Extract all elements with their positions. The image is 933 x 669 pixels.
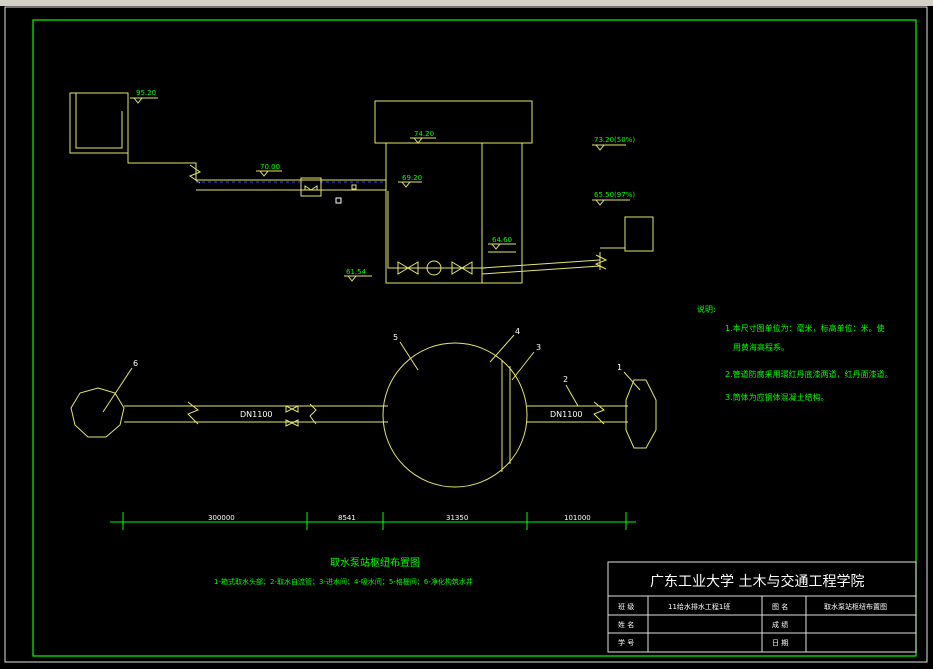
right-tank [624, 216, 654, 252]
callout-2: 2 [563, 375, 568, 384]
drawing-caption-legend: 1-箱式取水头部；2-取水自流管；3-进水间；4-吸水间；5-格栅间；6-净化构… [214, 577, 473, 586]
left-tank-inner [75, 93, 123, 149]
note-line-1b: 用黄海高程系。 [733, 342, 789, 352]
elev-70: 70.00 [260, 163, 280, 171]
dimension-chain [110, 512, 636, 530]
left-tank [69, 92, 129, 154]
dim-3: 31350 [446, 514, 468, 522]
elev-61: 61.54 [346, 268, 367, 276]
callout-4: 4 [515, 327, 520, 336]
note-line-3: 3.筒体为应钢体混凝土结构。 [725, 392, 829, 402]
elev-65: 65.50(97%) [594, 191, 635, 199]
tb-label-date: 日 期 [772, 639, 788, 647]
note-line-1: 1.本尺寸图单位为：毫米，标高单位：米。使 [725, 323, 885, 333]
elev-64: 64.60 [492, 236, 512, 244]
pipe-break-right [593, 401, 605, 425]
outer-sheet-border [4, 6, 928, 663]
pipe-label-right: DN1100 [550, 410, 583, 419]
wet-well-circle [382, 342, 528, 488]
intake-head [625, 379, 657, 449]
elev-69: 69.20 [402, 174, 422, 182]
purification-well [70, 387, 125, 438]
callout-6: 6 [133, 359, 138, 368]
callout-1: 1 [617, 363, 622, 372]
dim-4: 101000 [564, 514, 591, 522]
elev-73: 73.20(50%) [594, 136, 635, 144]
tb-label-drawing-name: 图 名 [772, 602, 788, 611]
tb-label-id: 学 号 [618, 638, 634, 647]
tb-label-grade: 成 绩 [772, 620, 788, 629]
elev-95: 95.20 [136, 89, 156, 97]
pipe-break-left [187, 401, 199, 425]
drawing-frame [32, 19, 917, 657]
school-name: 广东工业大学 土木与交通工程学院 [650, 573, 864, 590]
dim-2: 8541 [338, 514, 356, 522]
cursor-pickbox [335, 197, 342, 204]
drawing-caption-title: 取水泵站枢纽布置图 [330, 556, 420, 569]
callout-5: 5 [393, 333, 398, 342]
elev-74: 74.20 [414, 130, 434, 138]
tb-label-name: 姓 名 [618, 620, 634, 629]
left-tank-outlet-pipe [127, 118, 197, 180]
pump-house-roof [374, 100, 533, 144]
note-line-2: 2.管道防腐采用環红丹底漆两道，红丹面漆道。 [725, 369, 893, 379]
tb-value-drawing-name: 取水泵站枢纽布置图 [824, 602, 887, 611]
pipe-label-left: DN1100 [240, 410, 273, 419]
dim-1: 300000 [208, 514, 235, 522]
callout-3: 3 [536, 343, 541, 352]
tb-label-class: 班 级 [618, 602, 634, 611]
pump-station-body [385, 142, 523, 284]
notes-heading: 说明: [697, 304, 716, 314]
cad-drawing-canvas: 95.20 74.20 70.00 69.20 73.20(50%) 65.50… [4, 6, 928, 663]
title-block-fields: 班 级 11给水排水工程1班 图 名 取水泵站枢纽布置图 姓 名 成 绩 学 号… [618, 602, 887, 647]
tb-value-class: 11给水排水工程1班 [668, 602, 730, 611]
notes-block: 说明: 1.本尺寸图单位为：毫米，标高单位：米。使 用黄海高程系。 2.管道防腐… [697, 304, 893, 402]
section-view [69, 92, 654, 284]
